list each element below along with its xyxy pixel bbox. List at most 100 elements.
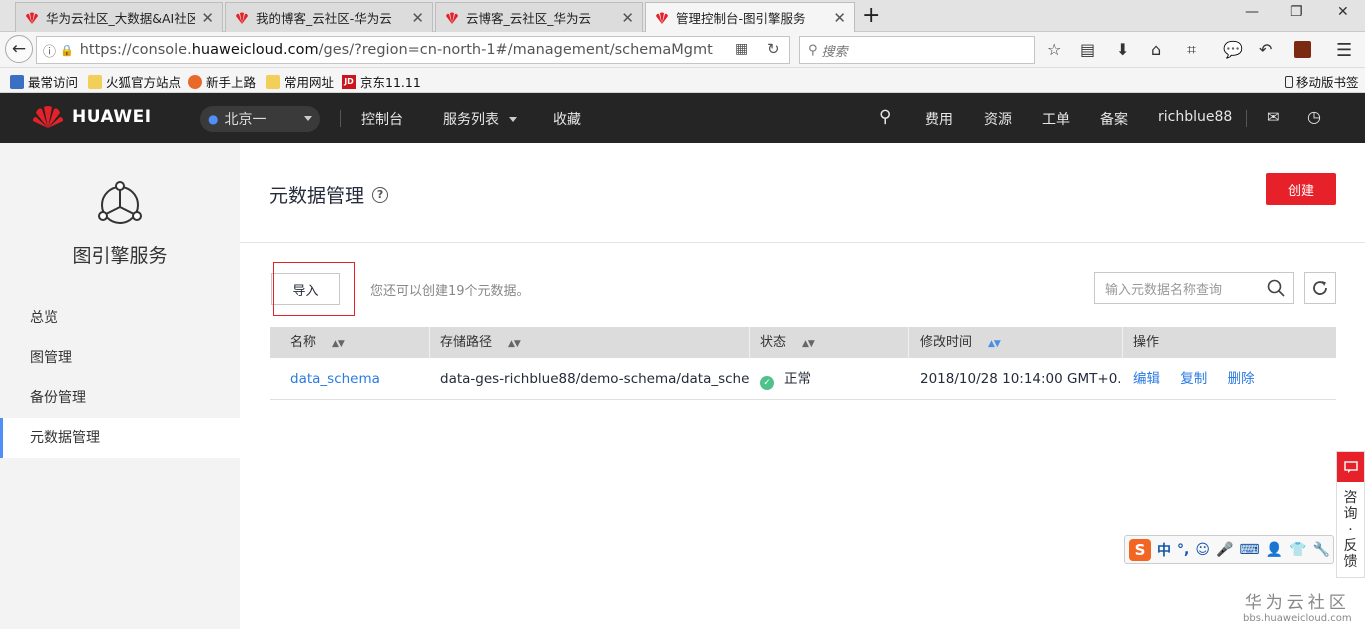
reading-list-icon[interactable]: ▤ bbox=[1080, 40, 1095, 59]
info-icon[interactable]: ⓘ bbox=[43, 41, 56, 60]
consult-feedback-widget[interactable]: 咨 询 · 反 馈 bbox=[1336, 451, 1365, 578]
huawei-logo[interactable]: HUAWEI bbox=[32, 105, 152, 129]
clock-icon[interactable]: ◷ bbox=[1307, 107, 1321, 126]
close-icon[interactable]: ✕ bbox=[201, 9, 214, 27]
lock-icon: 🔒 bbox=[60, 43, 74, 57]
skin-icon[interactable]: 👕 bbox=[1289, 542, 1306, 558]
nav-service-list[interactable]: 服务列表 bbox=[443, 109, 518, 129]
back-icon[interactable]: ← bbox=[5, 35, 33, 63]
ime-mode[interactable]: 中 bbox=[1157, 540, 1171, 560]
bookmark-getting-started[interactable]: 新手上路 bbox=[188, 72, 256, 91]
region-label: 北京一 bbox=[224, 112, 267, 128]
browser-tab-2[interactable]: 我的博客_云社区-华为云 ✕ bbox=[225, 2, 433, 32]
mobile-bookmarks[interactable]: 移动版书签 bbox=[1285, 72, 1359, 91]
nav-fees[interactable]: 费用 bbox=[925, 109, 953, 129]
sort-icon[interactable]: ▲▼ bbox=[802, 339, 815, 349]
nav-resources[interactable]: 资源 bbox=[984, 109, 1012, 129]
qr-code-icon[interactable]: ▦ bbox=[735, 41, 748, 57]
emoji-icon[interactable]: ☺ bbox=[1195, 542, 1210, 558]
nav-favorites[interactable]: 收藏 bbox=[553, 109, 581, 129]
minimize-icon[interactable]: — bbox=[1245, 4, 1259, 20]
close-icon[interactable]: ✕ bbox=[411, 9, 424, 27]
column-header-status[interactable]: 状态 ▲▼ bbox=[740, 327, 900, 358]
mic-icon[interactable]: 🎤 bbox=[1216, 542, 1233, 558]
sidebar-item-graph-management[interactable]: 图管理 bbox=[0, 338, 240, 378]
bookmarks-bar: 最常访问 火狐官方站点 新手上路 常用网址 JD 京东11.11 移动版书签 bbox=[0, 68, 1365, 93]
chevron-down-icon bbox=[509, 117, 518, 122]
logo-text: HUAWEI bbox=[72, 107, 152, 127]
sort-icon[interactable]: ▲▼ bbox=[988, 339, 1001, 349]
search-icon[interactable] bbox=[1267, 279, 1285, 297]
mail-icon[interactable]: ✉ bbox=[1267, 108, 1280, 126]
user-menu[interactable]: richblue88 bbox=[1158, 109, 1232, 125]
browser-tab-3[interactable]: 云博客_云社区_华为云 ✕ bbox=[435, 2, 643, 32]
column-header-modified[interactable]: 修改时间 ▲▼ bbox=[900, 327, 1120, 358]
nav-tickets[interactable]: 工单 bbox=[1042, 109, 1070, 129]
punctuation-icon[interactable]: °, bbox=[1177, 542, 1189, 558]
restore-icon[interactable]: ❐ bbox=[1290, 4, 1303, 20]
nav-console[interactable]: 控制台 bbox=[361, 109, 403, 129]
bookmark-label: 新手上路 bbox=[206, 75, 257, 90]
metadata-name-link[interactable]: data_schema bbox=[270, 358, 429, 400]
column-header-path[interactable]: 存储路径 ▲▼ bbox=[420, 327, 750, 358]
nav-service-list-label: 服务列表 bbox=[443, 112, 499, 128]
edit-link[interactable]: 编辑 bbox=[1133, 371, 1160, 387]
sogou-icon[interactable]: S bbox=[1129, 538, 1151, 561]
page-title: 元数据管理 bbox=[269, 185, 365, 207]
column-header-name[interactable]: 名称 ▲▼ bbox=[270, 327, 429, 358]
huawei-flower-icon bbox=[33, 106, 63, 128]
browser-tab-active[interactable]: 管理控制台-图引擎服务 ✕ bbox=[645, 2, 855, 32]
consult-char: 反 bbox=[1343, 538, 1358, 554]
nav-filing[interactable]: 备案 bbox=[1100, 109, 1128, 129]
bookmark-most-visited[interactable]: 最常访问 bbox=[10, 72, 78, 91]
browser-search-input[interactable]: ⚲ 搜索 bbox=[799, 36, 1035, 64]
create-button[interactable]: 创建 bbox=[1266, 173, 1336, 205]
sort-icon[interactable]: ▲▼ bbox=[508, 339, 521, 349]
huawei-logo-icon bbox=[446, 12, 458, 24]
sidebar-item-metadata-management[interactable]: 元数据管理 bbox=[0, 418, 240, 458]
folder-icon bbox=[88, 74, 102, 89]
watermark: 华为云社区 bbs.huaweicloud.com bbox=[1243, 588, 1352, 624]
bookmark-jd[interactable]: JD 京东11.11 bbox=[342, 72, 421, 91]
chat-icon[interactable] bbox=[1337, 452, 1364, 482]
ime-toolbar[interactable]: S 中 °, ☺ 🎤 ⌨ 👤 👕 🔧 bbox=[1124, 535, 1334, 564]
bookmark-star-icon[interactable]: ☆ bbox=[1047, 40, 1061, 59]
chat-icon[interactable]: 💬 bbox=[1223, 40, 1243, 59]
wrench-icon[interactable]: 🔧 bbox=[1312, 542, 1329, 558]
sort-icon[interactable]: ▲▼ bbox=[332, 339, 345, 349]
window-close-icon[interactable]: ✕ bbox=[1337, 4, 1349, 20]
close-icon[interactable]: ✕ bbox=[833, 9, 846, 27]
refresh-button[interactable] bbox=[1304, 272, 1336, 304]
home-icon[interactable]: ⌂ bbox=[1151, 40, 1161, 59]
close-icon[interactable]: ✕ bbox=[621, 9, 634, 27]
consult-feedback-label: 咨 询 · 反 馈 bbox=[1337, 482, 1364, 570]
screenshot-icon[interactable]: ⌗ bbox=[1187, 40, 1196, 60]
extension-icon[interactable] bbox=[1294, 41, 1311, 58]
search-placeholder: 输入元数据名称查询 bbox=[1105, 282, 1223, 298]
sidebar-item-backup-management[interactable]: 备份管理 bbox=[0, 378, 240, 418]
delete-link[interactable]: 删除 bbox=[1228, 371, 1255, 387]
divider bbox=[240, 242, 1365, 243]
bookmark-firefox-site[interactable]: 火狐官方站点 bbox=[88, 72, 181, 91]
browser-tab-1[interactable]: 华为云社区_大数据&AI社区_ ✕ bbox=[15, 2, 223, 32]
help-icon[interactable]: ? bbox=[372, 186, 389, 203]
download-icon[interactable]: ⬇ bbox=[1116, 40, 1129, 59]
menu-icon[interactable]: ☰ bbox=[1336, 40, 1352, 61]
copy-link[interactable]: 复制 bbox=[1180, 371, 1207, 387]
reload-icon[interactable]: ↻ bbox=[767, 40, 780, 58]
keyboard-icon[interactable]: ⌨ bbox=[1239, 542, 1259, 558]
undo-icon[interactable]: ↶ bbox=[1259, 40, 1272, 59]
sidebar-item-overview[interactable]: 总览 bbox=[0, 298, 240, 338]
metadata-search-input[interactable]: 输入元数据名称查询 bbox=[1094, 272, 1294, 304]
search-icon[interactable]: ⚲ bbox=[879, 107, 891, 127]
address-bar[interactable]: ⓘ 🔒 https://console. huaweicloud.com/ges/… bbox=[36, 36, 790, 64]
region-selector[interactable]: ● 北京一 bbox=[200, 106, 320, 132]
storage-path: data-ges-richblue88/demo-schema/data_sch… bbox=[440, 371, 750, 387]
new-tab-icon[interactable]: + bbox=[862, 4, 880, 28]
tab-label: 华为云社区_大数据&AI社区_ bbox=[46, 11, 196, 26]
bookmark-label: 最常访问 bbox=[28, 75, 79, 90]
column-label: 名称 bbox=[290, 335, 317, 350]
bookmark-common-sites[interactable]: 常用网址 bbox=[266, 72, 334, 91]
browser-nav-bar: ← ⓘ 🔒 https://console. huaweicloud.com/ge… bbox=[0, 32, 1365, 68]
user-icon[interactable]: 👤 bbox=[1266, 542, 1283, 558]
